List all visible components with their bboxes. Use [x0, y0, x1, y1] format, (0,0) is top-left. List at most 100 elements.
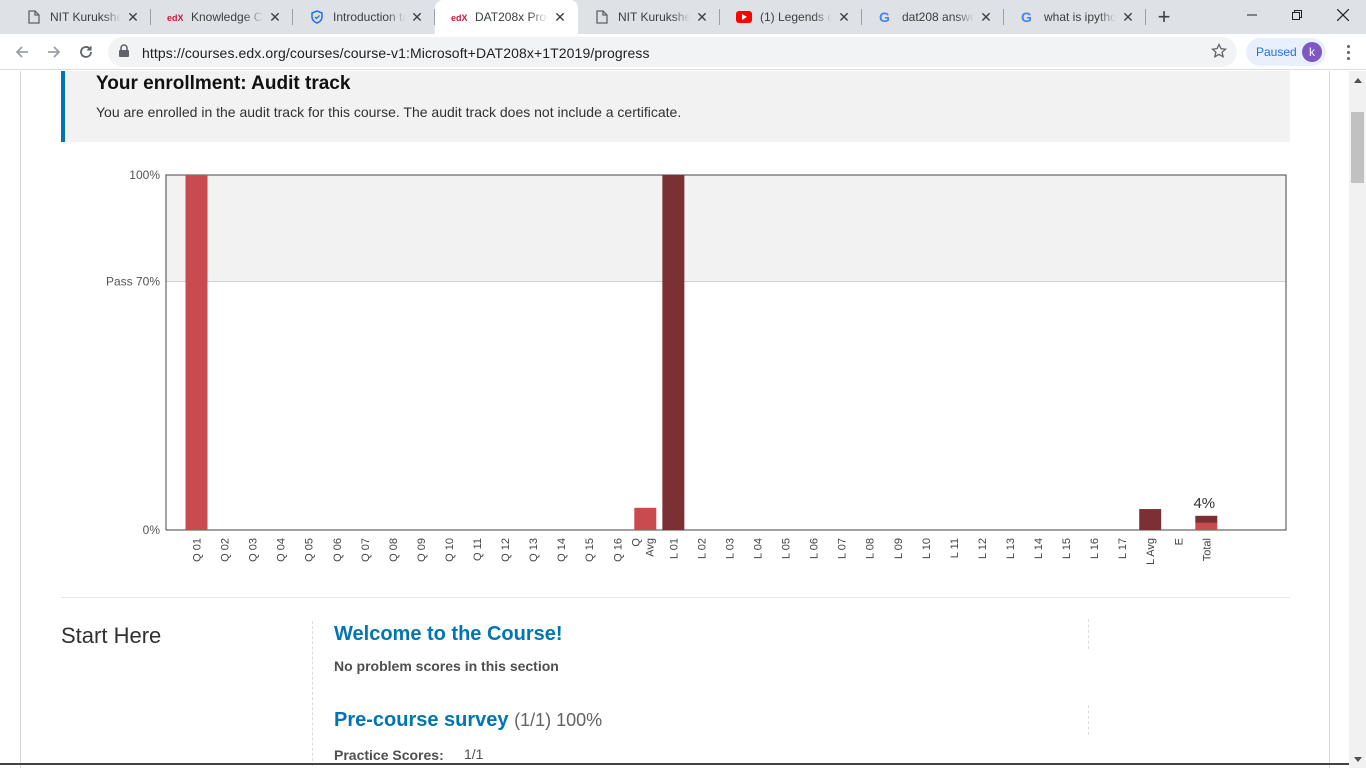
svg-text:edX: edX	[167, 13, 183, 22]
back-button[interactable]	[8, 38, 36, 66]
x-tick-label: L 13	[1005, 538, 1017, 559]
x-tick-label: L 14	[1033, 538, 1045, 559]
profile-button[interactable]: Paused k	[1246, 38, 1326, 66]
svg-text:edX: edX	[451, 13, 467, 22]
close-tab-icon[interactable]: ✕	[978, 9, 994, 25]
close-window-button[interactable]	[1320, 0, 1366, 30]
x-tick-label: Q 02	[220, 538, 232, 562]
menu-icon[interactable]	[1336, 38, 1360, 66]
close-tab-icon[interactable]: ✕	[552, 9, 568, 25]
tab-2[interactable]: Introduction to ✕	[293, 0, 435, 34]
browser-toolbar: https://courses.edx.org/courses/course-v…	[0, 34, 1366, 70]
x-tick-label: L 01	[668, 538, 680, 559]
edx-icon: edX	[451, 9, 467, 25]
x-tick-label: L 03	[724, 538, 736, 559]
x-tick-label: Q 13	[528, 538, 540, 562]
x-tick-label: L 04	[753, 538, 765, 559]
x-tick-label: L 07	[837, 538, 849, 559]
x-tick-label: L 17	[1117, 538, 1129, 559]
url-text[interactable]: https://courses.edx.org/courses/course-v…	[142, 45, 650, 61]
tab-title: Knowledge Check	[191, 10, 263, 24]
forward-button[interactable]	[40, 38, 68, 66]
practice-scores-value: 1/1	[464, 746, 484, 762]
x-tick-label: Q 03	[248, 538, 260, 562]
shield-icon	[309, 9, 325, 25]
close-tab-icon[interactable]: ✕	[267, 9, 283, 25]
page-viewport: Your enrollment: Audit track You are enr…	[0, 71, 1349, 768]
bar	[662, 175, 685, 530]
subsection-title[interactable]: Pre-course survey	[334, 709, 509, 731]
enrollment-message: You are enrolled in the audit track for …	[96, 104, 682, 120]
tab-6[interactable]: G dat208 answers ✕	[862, 0, 1004, 34]
x-tick-label: L 10	[921, 538, 933, 559]
reload-button[interactable]	[72, 38, 100, 66]
x-tick-label: Q	[630, 538, 642, 547]
x-tick-label: L 11	[949, 538, 961, 558]
x-tick-label: Q 12	[500, 538, 512, 562]
subsection-title-link[interactable]: Welcome to the Course!	[334, 623, 563, 646]
x-tick-label: L 15	[1061, 538, 1073, 559]
x-tick-label: Avg	[644, 538, 656, 557]
x-tick-label: E	[1173, 538, 1185, 545]
bar	[634, 507, 657, 530]
x-tick-label: L 12	[977, 538, 989, 559]
tab-3[interactable]: edX DAT208x Progress ✕	[435, 0, 578, 34]
avatar: k	[1302, 42, 1322, 62]
minimize-button[interactable]	[1229, 0, 1275, 30]
tab-title: what is ipython	[1044, 10, 1116, 24]
address-bar[interactable]: https://courses.edx.org/courses/course-v…	[108, 37, 1237, 67]
restore-button[interactable]	[1274, 0, 1320, 30]
scroll-down-icon[interactable]	[1349, 751, 1366, 768]
x-tick-label: Q 16	[612, 538, 624, 562]
google-icon: G	[878, 9, 894, 25]
total-value-label: 4%	[1193, 495, 1215, 512]
x-tick-label: Q 06	[332, 538, 344, 562]
scroll-up-icon[interactable]	[1349, 71, 1366, 88]
close-tab-icon[interactable]: ✕	[409, 9, 425, 25]
x-tick-label: Q 14	[556, 538, 568, 562]
x-tick-label: L 05	[781, 538, 793, 559]
bookmark-star-icon[interactable]	[1210, 42, 1228, 64]
x-tick-label: L Avg	[1145, 538, 1157, 565]
close-tab-icon[interactable]: ✕	[836, 9, 852, 25]
scrollbar-thumb[interactable]	[1351, 112, 1364, 183]
tab-1[interactable]: edX Knowledge Check ✕	[151, 0, 293, 34]
subsection-title[interactable]: Welcome to the Course!	[334, 623, 563, 645]
total-bar-segment	[1195, 522, 1218, 530]
tab-7[interactable]: G what is ipython ✕	[1004, 0, 1146, 34]
x-tick-label: Q 11	[472, 538, 484, 561]
x-tick-label: Q 07	[360, 538, 372, 562]
profile-status: Paused	[1256, 45, 1297, 59]
tab-4[interactable]: NIT Kurukshetra ✕	[578, 0, 720, 34]
enrollment-heading: Your enrollment: Audit track	[96, 73, 351, 94]
close-tab-icon[interactable]: ✕	[125, 9, 141, 25]
tab-title: NIT Kurukshetra	[50, 10, 121, 24]
google-icon: G	[1020, 9, 1036, 25]
tab-5[interactable]: (1) Legends of ✕	[720, 0, 862, 34]
tab-title: (1) Legends of	[760, 10, 832, 24]
x-tick-label: L 02	[696, 538, 708, 559]
divider	[61, 597, 1290, 598]
vertical-scrollbar[interactable]	[1349, 71, 1366, 768]
tab-strip: NIT Kurukshetra ✕ edX Knowledge Check ✕ …	[0, 0, 1366, 34]
bar	[1139, 509, 1162, 530]
x-tick-label: Q 08	[388, 538, 400, 562]
total-bar-segment	[1195, 515, 1218, 523]
x-tick-label: Q 05	[304, 538, 316, 562]
practice-scores-label: Practice Scores:	[334, 747, 444, 763]
close-tab-icon[interactable]: ✕	[694, 9, 710, 25]
section-title: Start Here	[61, 623, 162, 648]
x-tick-label: Total	[1201, 538, 1213, 561]
no-scores-note: No problem scores in this section	[334, 658, 559, 674]
y-tick-label: Pass 70%	[106, 275, 160, 289]
page-icon	[26, 9, 42, 25]
new-tab-button[interactable]: +	[1153, 6, 1175, 29]
lock-icon[interactable]	[118, 44, 130, 63]
enrollment-banner: Your enrollment: Audit track You are enr…	[61, 71, 1290, 142]
close-tab-icon[interactable]: ✕	[1120, 9, 1136, 25]
bar	[185, 175, 208, 530]
tab-0[interactable]: NIT Kurukshetra ✕	[10, 0, 151, 34]
x-tick-label: L 16	[1089, 538, 1101, 559]
subsection-title-link[interactable]: Pre-course survey (1/1) 100%	[334, 709, 602, 732]
svg-text:G: G	[879, 10, 890, 24]
